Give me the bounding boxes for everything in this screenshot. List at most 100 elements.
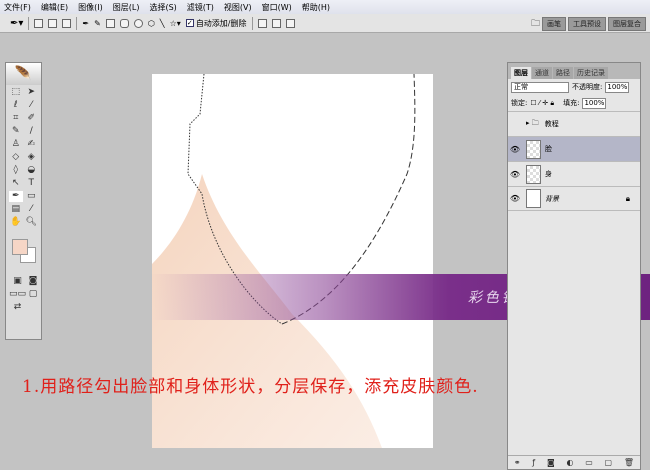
fill-label: 填充: <box>563 99 580 107</box>
menu-view[interactable]: 视图(V) <box>224 2 252 13</box>
menu-select[interactable]: 选择(S) <box>149 2 176 13</box>
file-browser-icon[interactable]: 🗀 <box>531 16 540 32</box>
checkbox-icon: ✓ <box>185 19 194 27</box>
layer-row[interactable]: 👁︎ 脸 <box>508 136 640 161</box>
shape-layers-icon[interactable] <box>34 18 44 28</box>
menu-window[interactable]: 窗口(W) <box>262 2 292 13</box>
dodge-tool-icon[interactable]: ◒ <box>25 165 39 176</box>
menu-edit[interactable]: 编辑(E) <box>41 2 68 13</box>
hand-tool-icon[interactable]: ✋ <box>9 217 23 228</box>
foreground-color[interactable] <box>12 239 28 255</box>
path-combine-icon[interactable] <box>257 18 267 28</box>
eraser-icon[interactable]: ◇ <box>9 152 23 163</box>
lock-icon: 🔒︎ <box>625 193 630 203</box>
layer-style-icon[interactable]: ƒ <box>532 458 535 467</box>
lasso-tool-icon[interactable]: ℓ <box>9 100 23 111</box>
fullscreen-icon[interactable]: ▢ <box>28 289 38 300</box>
blur-tool-icon[interactable]: ◊ <box>9 165 23 176</box>
polygon-icon[interactable]: ⬡ <box>148 19 155 28</box>
layer-row[interactable]: 👁︎ 背景 🔒︎ <box>508 186 640 211</box>
tab-paths[interactable]: 路径 <box>553 67 573 79</box>
clone-stamp-icon[interactable]: ♙ <box>9 139 23 150</box>
fill-input[interactable]: 100% <box>582 97 607 109</box>
type-tool-icon[interactable]: T <box>25 178 39 189</box>
palette-well: 🗀 画笔 工具预设 图层复合 <box>531 16 646 32</box>
move-tool-icon[interactable]: ➤ <box>25 87 39 98</box>
marquee-tool-icon[interactable]: ⬚ <box>9 87 23 98</box>
layer-row[interactable]: 👁︎ 身 <box>508 161 640 186</box>
pen-tool-preset-icon[interactable]: ✒▾ <box>10 18 23 29</box>
menu-image[interactable]: 图像(I) <box>78 2 103 13</box>
divider <box>251 16 253 30</box>
layer-row[interactable]: ▸ 🗀 教程 <box>508 111 640 136</box>
new-layer-icon[interactable]: ▢ <box>605 458 613 467</box>
blend-mode-select[interactable]: 正常 <box>511 81 569 93</box>
mask-icon[interactable]: ◙ <box>547 458 555 467</box>
instruction-text: 1.用路径勾出脸部和身体形状，分层保存，添充皮肤颜色. <box>22 377 479 397</box>
path-subtract-icon[interactable] <box>271 18 281 28</box>
brush-tool-icon[interactable]: / <box>25 126 39 137</box>
custom-shape-icon[interactable]: ☆▾ <box>170 19 181 28</box>
notes-tool-icon[interactable]: ▤ <box>9 204 23 215</box>
layer-name: 身 <box>545 170 552 178</box>
fill-pixels-icon[interactable] <box>62 18 72 28</box>
well-brushes[interactable]: 画笔 <box>542 17 566 31</box>
trash-icon[interactable]: 🗑︎ <box>624 458 634 467</box>
eyedropper-icon[interactable]: ⁄ <box>25 204 39 215</box>
opacity-input[interactable]: 100% <box>605 81 630 93</box>
menu-help[interactable]: 帮助(H) <box>302 2 330 13</box>
rounded-rectangle-icon[interactable] <box>119 18 129 28</box>
menu-file[interactable]: 文件(F) <box>4 2 31 13</box>
feather-logo-icon: 🪶 <box>6 63 41 85</box>
quick-mask-icon[interactable]: ◙ <box>28 276 38 287</box>
line-icon[interactable]: ╲ <box>160 19 165 28</box>
path-select-icon[interactable]: ↖ <box>9 178 23 189</box>
toolbox: 🪶 ⬚ ➤ ℓ ⁄ ⌗ ✐ ✎ / ♙ ✍ ◇ ◈ ◊ ◒ ↖ T ✒ ▭ ▤ … <box>5 62 42 340</box>
layer-thumbnail <box>526 164 541 184</box>
divider <box>28 16 30 30</box>
layer-thumbnail <box>526 189 541 208</box>
panel-bottom-bar: ⚭ ƒ ◙ ◐ ▭ ▢ 🗑︎ <box>508 455 640 469</box>
paths-icon[interactable] <box>48 18 58 28</box>
eye-icon[interactable]: 👁︎ <box>508 145 522 154</box>
auto-add-delete-checkbox[interactable]: ✓ 自动添加/删除 <box>185 18 247 29</box>
new-group-icon[interactable]: ▭ <box>585 458 593 467</box>
rectangle-tool-icon[interactable]: ▭ <box>25 191 39 202</box>
link-icon[interactable]: ⚭ <box>514 458 521 467</box>
rectangle-icon[interactable] <box>105 18 115 28</box>
eye-icon[interactable]: 👁︎ <box>508 194 522 203</box>
opacity-label: 不透明度: <box>572 83 603 91</box>
healing-brush-icon[interactable]: ✎ <box>9 126 23 137</box>
tab-layers[interactable]: 图层 <box>511 67 531 79</box>
slice-tool-icon[interactable]: ✐ <box>25 113 39 124</box>
freeform-pen-icon[interactable]: ✎ <box>94 19 101 28</box>
layers-panel: 图层 通道 路径 历史记录 正常 不透明度: 100% 锁定: ☐ ⁄ ✛ 🔒︎… <box>507 62 641 470</box>
ellipse-icon[interactable] <box>133 18 143 28</box>
layer-name: 脸 <box>545 145 552 153</box>
well-layer-comps[interactable]: 图层复合 <box>608 17 646 31</box>
visibility-toggle[interactable] <box>508 120 522 129</box>
history-brush-icon[interactable]: ✍ <box>25 139 39 150</box>
eye-icon[interactable]: 👁︎ <box>508 170 522 179</box>
paint-bucket-icon[interactable]: ◈ <box>25 152 39 163</box>
adjustment-layer-icon[interactable]: ◐ <box>566 458 573 467</box>
well-tool-presets[interactable]: 工具预设 <box>568 17 606 31</box>
menu-filter[interactable]: 滤镜(T) <box>187 2 214 13</box>
zoom-tool-icon[interactable]: 🔍︎ <box>25 217 39 228</box>
screen-mode-icon[interactable]: ▭▭ <box>9 289 26 300</box>
panel-tabs: 图层 通道 路径 历史记录 <box>508 63 640 79</box>
crop-tool-icon[interactable]: ⌗ <box>9 113 23 124</box>
color-swatches <box>9 236 38 268</box>
path-intersect-icon[interactable] <box>285 18 295 28</box>
layer-thumbnail <box>526 139 541 159</box>
pen-tool-icon[interactable]: ✒ <box>9 191 23 202</box>
lock-icons[interactable]: ☐ ⁄ ✛ 🔒︎ <box>530 99 554 108</box>
magic-wand-icon[interactable]: ⁄ <box>25 100 39 111</box>
expand-arrow-icon[interactable]: ▸ 🗀 <box>526 119 539 130</box>
pen-icon[interactable]: ✒ <box>82 19 89 28</box>
tab-history[interactable]: 历史记录 <box>574 67 608 79</box>
menu-layer[interactable]: 图层(L) <box>113 2 140 13</box>
tab-channels[interactable]: 通道 <box>532 67 552 79</box>
standard-mode-icon[interactable]: ▣ <box>9 276 26 287</box>
jump-to-imageready-icon[interactable]: ⇄ <box>9 302 26 313</box>
